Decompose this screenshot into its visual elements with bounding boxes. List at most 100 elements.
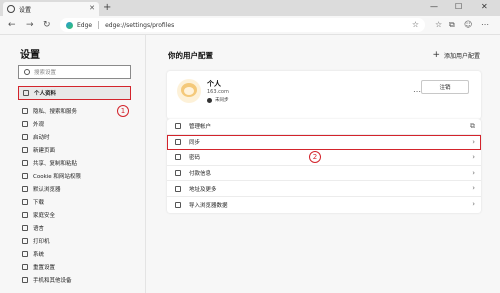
- add-profile-button[interactable]: + 添加用户配置: [432, 50, 480, 60]
- tab-strip: 设置 ✕ + — ☐ ✕: [0, 0, 500, 16]
- sidebar-item-label: 下载: [33, 199, 45, 206]
- sidebar-item-printers[interactable]: 打印机: [22, 235, 140, 246]
- share-icon: [22, 159, 28, 166]
- sidebar-item-label: 系统: [33, 251, 45, 258]
- sidebar-item-label: 手机和其他设备: [33, 277, 72, 284]
- settings-sidebar: 设置 搜索设置 个人资料 隐私、搜索和服务 外观 启动时 新建页面 共享、复制和…: [0, 35, 146, 293]
- sidebar-item-label: 家庭安全: [33, 212, 56, 219]
- sidebar-item-startup[interactable]: 启动时: [22, 131, 140, 142]
- avatar: [177, 79, 201, 103]
- settings-search-input[interactable]: 搜索设置: [18, 65, 131, 79]
- close-window-button[interactable]: ✕: [481, 2, 488, 11]
- location-pin-icon: [175, 185, 181, 192]
- sidebar-item-profiles[interactable]: 个人资料: [18, 86, 131, 100]
- profile-avatar-icon[interactable]: ☺: [464, 20, 472, 29]
- sync-icon: [175, 138, 181, 145]
- row-sync[interactable]: 同步 ›: [167, 134, 481, 151]
- more-menu-icon[interactable]: ⋯: [481, 20, 489, 29]
- gear-icon: [7, 5, 15, 13]
- import-icon: [175, 201, 181, 208]
- row-addresses[interactable]: 地址及更多 ›: [167, 181, 481, 197]
- download-icon: [22, 198, 28, 205]
- profile-email: 163.com: [207, 89, 229, 95]
- sync-status: 未同步: [207, 97, 229, 103]
- toolbar: ← → ↻ Edge edge://settings/profiles ☆ ☆ …: [0, 16, 500, 35]
- back-button[interactable]: ←: [8, 20, 16, 30]
- row-label: 付款信息: [189, 171, 212, 178]
- maximize-button[interactable]: ☐: [455, 2, 462, 11]
- reset-icon: [22, 263, 28, 270]
- sidebar-item-label: 重置设置: [33, 264, 56, 271]
- sidebar-item-label: 默认浏览器: [33, 186, 61, 193]
- collections-icon[interactable]: ⧉: [449, 20, 455, 30]
- address-divider: [98, 21, 100, 29]
- address-url: edge://settings/profiles: [105, 21, 175, 29]
- favorites-icon[interactable]: ☆: [435, 20, 442, 29]
- sidebar-item-label: 语言: [33, 225, 45, 232]
- row-payment-info[interactable]: 付款信息 ›: [167, 166, 481, 182]
- sidebar-item-family[interactable]: 家庭安全: [22, 209, 140, 220]
- row-import-data[interactable]: 导入浏览器数据 ›: [167, 197, 481, 213]
- sidebar-item-label: 隐私、搜索和服务: [33, 108, 78, 115]
- tab-settings[interactable]: 设置 ✕: [3, 2, 99, 16]
- row-passwords[interactable]: 密码 ›: [167, 150, 481, 166]
- sidebar-item-new-page[interactable]: 新建页面: [22, 144, 140, 155]
- sidebar-title: 设置: [20, 50, 40, 61]
- external-link-icon: ⧉: [470, 122, 475, 130]
- system-icon: [22, 250, 28, 257]
- profile-settings-list: 管理帐户 ⧉ 同步 › 密码 › 付款信息 › 地址及更多 › 导入浏览器数据 …: [167, 119, 481, 213]
- signout-button[interactable]: 注销: [421, 80, 469, 94]
- cookie-icon: [22, 172, 28, 179]
- sidebar-item-label: 新建页面: [33, 147, 56, 154]
- person-icon: [175, 123, 181, 130]
- sidebar-item-phone[interactable]: 手机和其他设备: [22, 274, 140, 285]
- tab-close-icon[interactable]: ✕: [89, 4, 95, 12]
- annotation-badge-1: 1: [117, 105, 129, 117]
- sidebar-item-appearance[interactable]: 外观: [22, 118, 140, 129]
- favorite-star-icon[interactable]: ☆: [412, 20, 419, 29]
- appearance-icon: [22, 120, 28, 127]
- row-label: 密码: [189, 155, 201, 162]
- sidebar-item-downloads[interactable]: 下载: [22, 196, 140, 207]
- chevron-right-icon: ›: [472, 153, 475, 162]
- chevron-right-icon: ›: [472, 184, 475, 193]
- power-icon: [22, 133, 28, 140]
- sidebar-item-label: 个人资料: [34, 91, 57, 97]
- address-scheme-label: Edge: [77, 21, 93, 29]
- chevron-right-icon: ›: [472, 137, 475, 146]
- row-label: 地址及更多: [189, 186, 217, 193]
- sidebar-item-label: 外观: [33, 121, 45, 128]
- sidebar-item-cookies[interactable]: Cookie 和网站权限: [22, 170, 140, 181]
- chevron-right-icon: ›: [472, 199, 475, 208]
- row-label: 管理帐户: [189, 124, 212, 131]
- main-content: 你的用户配置 + 添加用户配置 个人 163.com 未同步 ⋯ 注销 管理帐户…: [147, 35, 500, 293]
- sidebar-item-languages[interactable]: 语言: [22, 222, 140, 233]
- language-icon: [22, 224, 28, 231]
- edge-logo-icon: [66, 21, 73, 29]
- sidebar-item-label: 打印机: [33, 238, 50, 245]
- page-title: 你的用户配置: [168, 51, 213, 60]
- lock-icon: [22, 107, 28, 114]
- sidebar-item-share[interactable]: 共享、复制和粘贴: [22, 157, 140, 168]
- profile-card: 个人 163.com 未同步 ⋯ 注销: [167, 71, 481, 119]
- add-profile-label: 添加用户配置: [443, 52, 480, 60]
- search-placeholder: 搜索设置: [34, 70, 57, 76]
- row-manage-account[interactable]: 管理帐户 ⧉: [167, 119, 481, 135]
- phone-icon: [22, 276, 28, 283]
- chevron-right-icon: ›: [472, 168, 475, 177]
- sync-status-label: 未同步: [215, 98, 229, 103]
- sidebar-item-label: 启动时: [33, 134, 50, 141]
- sidebar-item-default-browser[interactable]: 默认浏览器: [22, 183, 140, 194]
- sidebar-item-reset[interactable]: 重置设置: [22, 261, 140, 272]
- forward-button[interactable]: →: [26, 20, 34, 30]
- refresh-button[interactable]: ↻: [43, 20, 51, 30]
- browser-window: 设置 ✕ + — ☐ ✕ ← → ↻ Edge edge://settings/…: [0, 0, 500, 293]
- profile-more-icon[interactable]: ⋯: [413, 87, 421, 96]
- address-bar[interactable]: Edge edge://settings/profiles ☆: [60, 18, 425, 32]
- sidebar-item-system[interactable]: 系统: [22, 248, 140, 259]
- minimize-button[interactable]: —: [430, 2, 438, 11]
- new-tab-button[interactable]: +: [103, 2, 111, 13]
- new-page-icon: [22, 146, 28, 153]
- browser-icon: [22, 185, 28, 192]
- sync-status-icon: [207, 97, 212, 103]
